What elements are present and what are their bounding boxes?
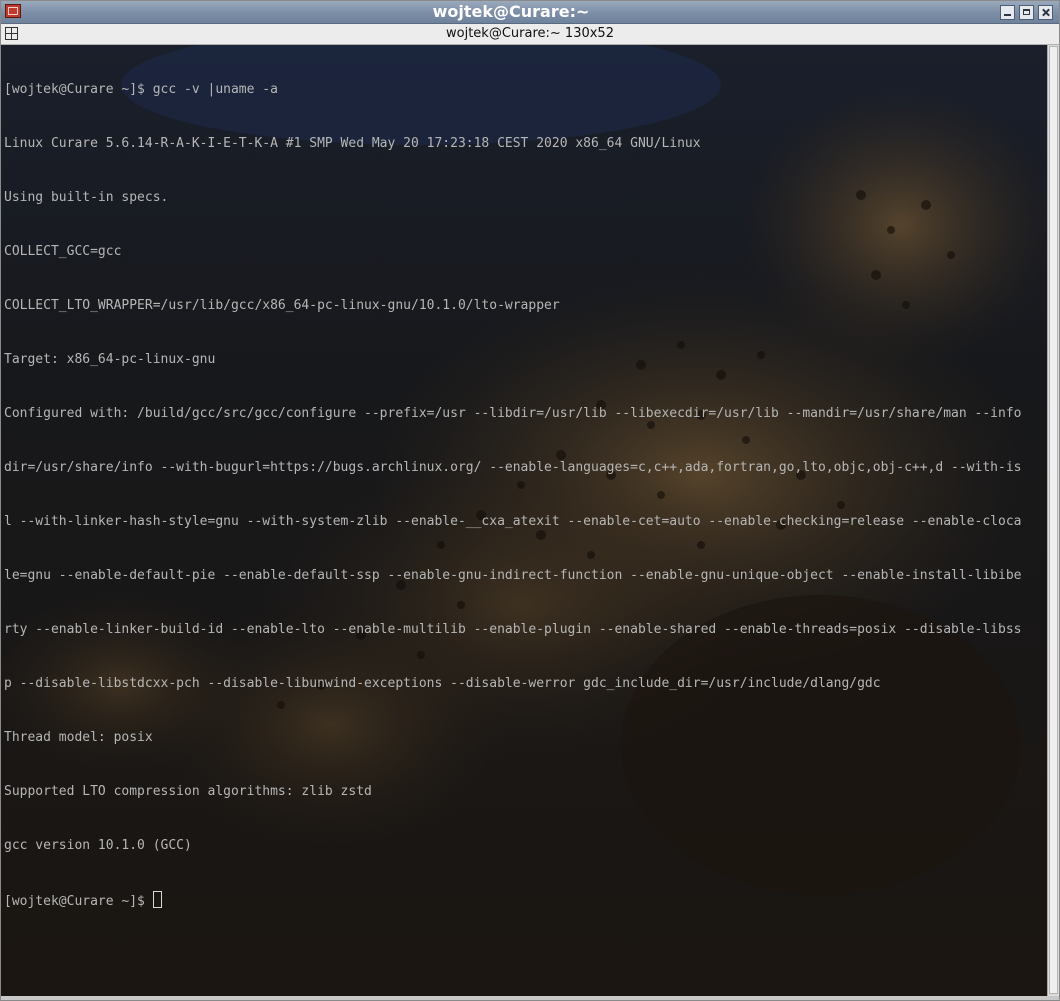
terminal-text: [wojtek@Curare ~]$ gcc -v |uname -a Linu… [4, 45, 1046, 945]
terminal-prompt-line[interactable]: [wojtek@Curare ~]$ [4, 891, 1046, 909]
terminal-line: Thread model: posix [4, 730, 153, 745]
close-icon[interactable] [1038, 5, 1053, 20]
terminal-line: p --disable-libstdcxx-pch --disable-libu… [4, 676, 881, 691]
minimize-icon[interactable] [1000, 5, 1015, 20]
title-bar[interactable]: wojtek@Curare:~ [1, 1, 1059, 24]
terminal-line: le=gnu --enable-default-pie --enable-def… [4, 568, 1022, 583]
terminal-line: Linux Curare 5.6.14-R-A-K-I-E-T-K-A #1 S… [4, 136, 701, 151]
terminal-output-area[interactable]: [wojtek@Curare ~]$ gcc -v |uname -a Linu… [1, 45, 1047, 996]
terminal-line: COLLECT_GCC=gcc [4, 244, 122, 259]
terminal-line: rty --enable-linker-build-id --enable-lt… [4, 622, 1022, 637]
terminal-line: dir=/usr/share/info --with-bugurl=https:… [4, 460, 1022, 475]
terminal-window: wojtek@Curare:~ wojtek@Curare:~ 130x52 [… [0, 0, 1060, 1001]
window-title: wojtek@Curare:~ [432, 2, 590, 21]
terminal-prompt: [wojtek@Curare ~]$ [4, 894, 153, 909]
maximize-icon[interactable] [1019, 5, 1034, 20]
terminal-line: Using built-in specs. [4, 190, 169, 205]
text-cursor [152, 891, 162, 908]
terminal-line: COLLECT_LTO_WRAPPER=/usr/lib/gcc/x86_64-… [4, 298, 560, 313]
terminal-line: gcc version 10.1.0 (GCC) [4, 838, 192, 853]
terminal-line: [wojtek@Curare ~]$ gcc -v |uname -a [4, 82, 278, 97]
tab-menu-icon[interactable] [5, 27, 18, 40]
scrollbar-thumb[interactable] [1049, 46, 1058, 994]
tab-bar: wojtek@Curare:~ 130x52 [1, 24, 1059, 45]
vertical-scrollbar[interactable] [1047, 45, 1059, 996]
terminal-line: Target: x86_64-pc-linux-gnu [4, 352, 216, 367]
window-bottom-border [1, 996, 1059, 1000]
terminal-line: Configured with: /build/gcc/src/gcc/conf… [4, 406, 1022, 421]
tab-title[interactable]: wojtek@Curare:~ 130x52 [1, 24, 1059, 44]
terminal-line: l --with-linker-hash-style=gnu --with-sy… [4, 514, 1022, 529]
terminal-line: Supported LTO compression algorithms: zl… [4, 784, 372, 799]
